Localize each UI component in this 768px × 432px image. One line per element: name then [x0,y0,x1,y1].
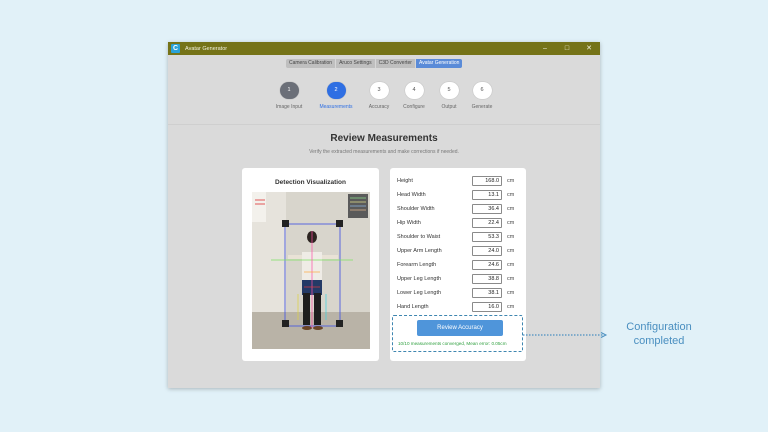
measurement-row-height: Height 168.0 cm [396,176,520,188]
height-input[interactable]: 168.0 [472,176,502,186]
shoulder-to-waist-input[interactable]: 53.3 [472,232,502,242]
maximize-button[interactable]: □ [556,42,578,55]
measurement-unit: cm [507,276,515,282]
measurement-row-shoulder-width: Shoulder Width 36.4 cm [396,204,520,216]
measurement-unit: cm [507,178,515,184]
minimize-button[interactable]: – [534,42,556,55]
measurement-label: Hand Length [397,304,429,310]
step-generate[interactable]: 6 Generate [457,82,507,110]
upper-leg-length-input[interactable]: 38.8 [472,274,502,284]
detection-visualization-panel: Detection Visualization [242,168,379,361]
steps-divider [168,124,600,125]
measurement-label: Shoulder Width [397,206,435,212]
measurement-label: Head Width [397,192,426,198]
measurement-row-upper-arm-length: Upper Arm Length 24.0 cm [396,246,520,258]
measurement-label: Lower Leg Length [397,290,442,296]
highlight-box [392,315,523,352]
measurement-label: Height [397,178,413,184]
forearm-length-input[interactable]: 24.6 [472,260,502,270]
step-number: 1 [279,82,299,99]
step-image-input[interactable]: 1 Image Input [264,82,314,110]
measurement-row-head-width: Head Width 13.1 cm [396,190,520,202]
tab-aruco-settings[interactable]: Aruco Settings [336,59,376,68]
measurement-label: Upper Leg Length [397,276,442,282]
hip-width-input[interactable]: 22.4 [472,218,502,228]
step-label: Measurements [319,104,353,110]
visualization-title: Detection Visualization [274,179,347,186]
hand-length-input[interactable]: 16.0 [472,302,502,312]
detection-image [252,192,370,349]
step-number: 2 [326,82,346,99]
app-logo-icon: C [171,44,180,53]
measurement-row-lower-leg-length: Lower Leg Length 38.1 cm [396,288,520,300]
measurement-label: Upper Arm Length [397,248,442,254]
step-number: 4 [404,82,424,99]
step-number: 3 [369,82,389,99]
measurement-row-forearm-length: Forearm Length 24.6 cm [396,260,520,272]
measurement-label: Forearm Length [397,262,437,268]
step-number: 6 [472,82,492,99]
measurement-unit: cm [507,192,515,198]
title-bar[interactable]: C Avatar Generator – □ ✕ [168,42,600,55]
page-title: Review Measurements [330,133,438,144]
close-button[interactable]: ✕ [578,42,600,55]
callout-arrow [523,332,608,338]
tab-camera-calibration[interactable]: Camera Calibration [286,59,337,68]
wizard-steps: 1 Image Input 2 Measurements 3 Accuracy … [168,82,600,122]
head-width-input[interactable]: 13.1 [472,190,502,200]
measurement-label: Hip Width [397,220,421,226]
step-label: Generate [471,104,493,110]
measurement-label: Shoulder to Waist [397,234,441,240]
main-tabs: Camera Calibration Aruco Settings C3D Co… [286,59,463,68]
detection-figure [252,192,370,349]
measurement-unit: cm [507,220,515,226]
page-subtitle: Verify the extracted measurements and ma… [309,149,459,155]
measurement-unit: cm [507,262,515,268]
callout-line-1: Configuration [626,321,692,333]
measurement-unit: cm [507,206,515,212]
measurement-unit: cm [507,248,515,254]
step-label: Configure [403,104,425,110]
measurement-unit: cm [507,304,515,310]
tab-c3d-converter[interactable]: C3D Converter [376,59,416,68]
step-label: Accuracy [368,104,390,110]
measurement-row-hip-width: Hip Width 22.4 cm [396,218,520,230]
step-label: Image Input [275,104,303,110]
window-title: Avatar Generator [185,45,228,52]
measurement-unit: cm [507,290,515,296]
lower-leg-length-input[interactable]: 38.1 [472,288,502,298]
measurement-unit: cm [507,234,515,240]
upper-arm-length-input[interactable]: 24.0 [472,246,502,256]
window-controls: – □ ✕ [534,42,600,55]
tab-avatar-generation[interactable]: Avatar Generation [415,59,463,68]
measurement-row-upper-leg-length: Upper Leg Length 38.8 cm [396,274,520,286]
step-number: 5 [439,82,459,99]
callout-text: Configuration completed [614,320,704,348]
measurement-row-shoulder-to-waist: Shoulder to Waist 53.3 cm [396,232,520,244]
measurement-row-hand-length: Hand Length 16.0 cm [396,302,520,314]
step-label: Output [441,104,457,110]
callout-line-2: completed [633,335,685,347]
shoulder-width-input[interactable]: 36.4 [472,204,502,214]
